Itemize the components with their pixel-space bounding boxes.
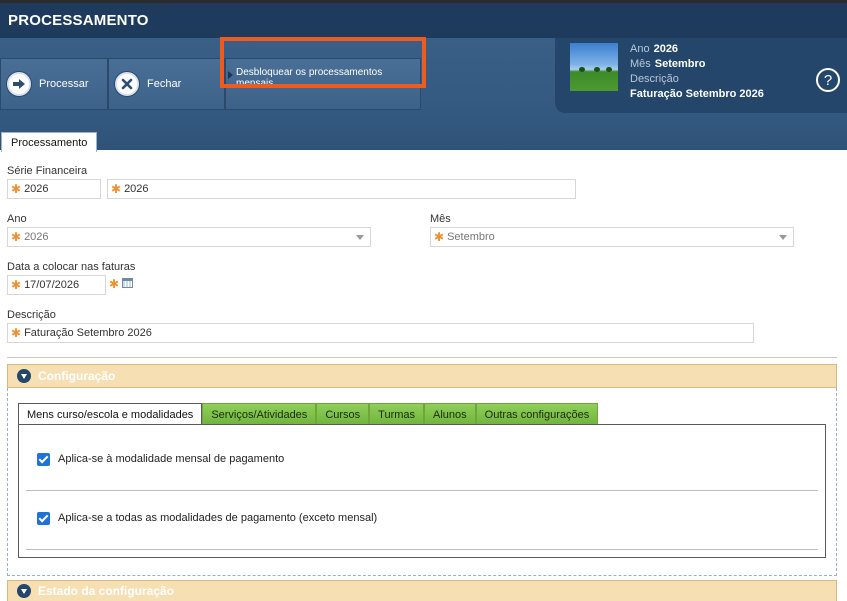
mes-label: Mês bbox=[430, 213, 451, 225]
required-icon: ✱ bbox=[111, 182, 122, 196]
collapse-toggle-icon[interactable] bbox=[17, 369, 31, 383]
info-descricao-value: Faturação Setembro 2026 bbox=[630, 88, 764, 100]
toolbar: Processar Fechar Desbloquear os processa… bbox=[0, 38, 847, 150]
info-mes: Mês Setembro bbox=[630, 58, 706, 70]
section-estado[interactable]: Estado da configuração bbox=[7, 580, 837, 601]
fechar-button[interactable]: Fechar bbox=[108, 58, 225, 110]
info-mes-label: Mês bbox=[630, 58, 651, 70]
info-descricao-label: Descrição bbox=[630, 73, 679, 85]
tab-alunos[interactable]: Alunos bbox=[424, 403, 476, 425]
tab-turmas[interactable]: Turmas bbox=[369, 403, 425, 425]
landscape-thumbnail bbox=[570, 43, 618, 91]
chevron-down-icon bbox=[356, 235, 364, 240]
mensal-label: Aplica-se à modalidade mensal de pagamen… bbox=[58, 453, 285, 465]
ano-label: Ano bbox=[7, 213, 27, 225]
section-estado-label: Estado da configuração bbox=[38, 584, 175, 598]
tab-outras-configuracoes[interactable]: Outras configurações bbox=[475, 403, 599, 425]
help-icon[interactable]: ? bbox=[816, 68, 840, 92]
ano-select[interactable]: ✱ 2026 bbox=[7, 227, 371, 247]
data-field[interactable]: ✱ 17/07/2026 bbox=[7, 275, 106, 295]
tab-processamento[interactable]: Processamento bbox=[1, 132, 98, 153]
fechar-label: Fechar bbox=[147, 78, 182, 90]
close-icon bbox=[115, 72, 139, 96]
required-icon: ✱ bbox=[434, 230, 445, 244]
todas-label: Aplica-se a todas as modalidades de paga… bbox=[58, 512, 378, 524]
descricao-value: Faturação Setembro 2026 bbox=[24, 327, 152, 339]
required-icon: ✱ bbox=[11, 182, 22, 196]
info-mes-value: Setembro bbox=[654, 58, 706, 70]
tab-servicos[interactable]: Serviços/Atividades bbox=[202, 403, 317, 425]
data-label: Data a colocar nas faturas bbox=[7, 261, 136, 273]
section-configuracao[interactable]: Configuração bbox=[7, 364, 837, 388]
section-configuracao-label: Configuração bbox=[38, 369, 116, 383]
mes-value: Setembro bbox=[447, 231, 495, 243]
descricao-field[interactable]: ✱ Faturação Setembro 2026 bbox=[7, 323, 754, 343]
info-ano-value: 2026 bbox=[653, 43, 679, 55]
required-icon: ✱ bbox=[11, 230, 22, 244]
info-ano: Ano 2026 bbox=[630, 43, 678, 55]
info-ano-label: Ano bbox=[630, 43, 650, 55]
desbloquear-label: Desbloquear os processamentos mensais bbox=[236, 67, 383, 89]
serie-value-2: 2026 bbox=[124, 183, 149, 195]
divider bbox=[7, 357, 837, 358]
ano-value: 2026 bbox=[24, 231, 49, 243]
tree-shape bbox=[579, 67, 585, 72]
arrow-right-icon bbox=[7, 72, 31, 96]
required-icon: ✱ bbox=[11, 326, 22, 340]
title-bar: PROCESSAMENTO bbox=[0, 0, 847, 38]
serie-field-1[interactable]: ✱ 2026 bbox=[7, 179, 101, 199]
required-icon: ✱ bbox=[11, 278, 22, 292]
tab-mens-curso[interactable]: Mens curso/escola e modalidades bbox=[18, 403, 203, 425]
info-descricao-label-row: Descrição bbox=[630, 73, 683, 85]
processar-label: Processar bbox=[39, 78, 89, 90]
processar-button[interactable]: Processar bbox=[0, 58, 108, 110]
calendar-icon[interactable] bbox=[122, 278, 133, 288]
tab-cursos[interactable]: Cursos bbox=[316, 403, 370, 425]
chevron-down-icon bbox=[779, 235, 787, 240]
info-panel: Ano 2026 Mês Setembro Descrição Faturação … bbox=[555, 38, 847, 113]
mensal-checkbox[interactable] bbox=[37, 453, 50, 466]
mes-select[interactable]: ✱ Setembro bbox=[430, 227, 794, 247]
serie-label: Série Financeira bbox=[7, 165, 88, 177]
divider bbox=[26, 490, 818, 491]
tree-shape bbox=[594, 67, 600, 72]
desbloquear-button[interactable]: Desbloquear os processamentos mensais bbox=[225, 58, 421, 110]
inner-tab-panel bbox=[18, 424, 826, 558]
serie-value-1: 2026 bbox=[24, 183, 49, 195]
required-icon: ✱ bbox=[109, 277, 120, 291]
collapse-toggle-icon[interactable] bbox=[17, 584, 31, 598]
inner-tabs: Mens curso/escola e modalidades Serviços… bbox=[18, 403, 599, 425]
divider bbox=[26, 549, 818, 550]
serie-field-2[interactable]: ✱ 2026 bbox=[107, 179, 576, 199]
descricao-label: Descrição bbox=[7, 309, 56, 321]
triangle-right-icon bbox=[228, 71, 233, 79]
data-value: 17/07/2026 bbox=[24, 279, 80, 291]
tree-shape bbox=[606, 67, 612, 72]
todas-checkbox[interactable] bbox=[37, 512, 50, 525]
window-title: PROCESSAMENTO bbox=[8, 12, 149, 29]
